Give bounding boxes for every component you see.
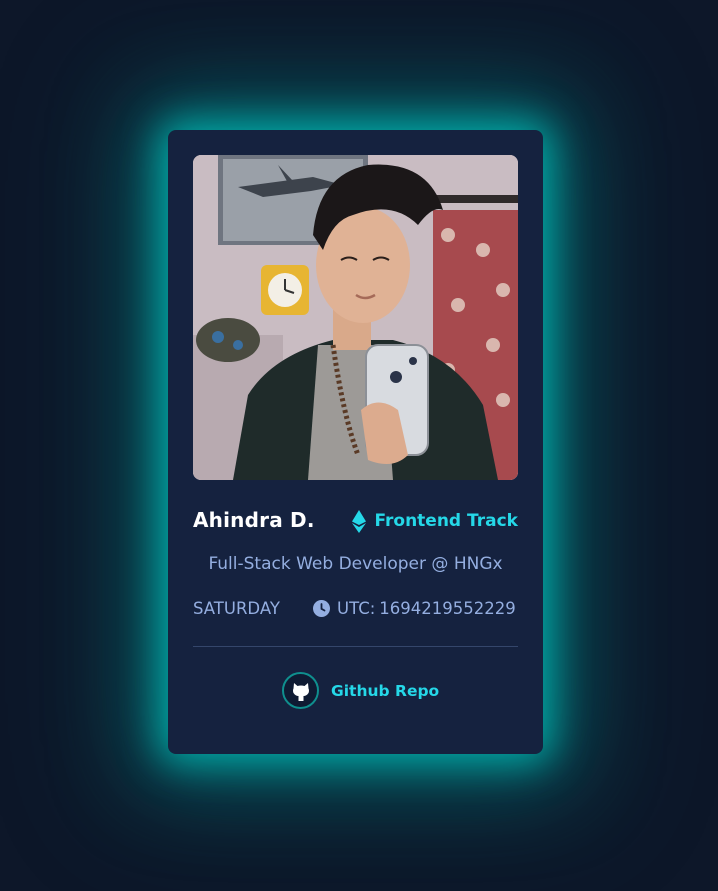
current-day: SATURDAY bbox=[193, 599, 280, 618]
ethereum-icon bbox=[352, 509, 367, 533]
profile-role: Full-Stack Web Developer @ HNGx bbox=[208, 554, 503, 574]
profile-photo bbox=[193, 155, 518, 480]
utc-time: UTC: 1694219552229 bbox=[313, 599, 516, 618]
profile-name: Ahindra D. bbox=[193, 508, 315, 532]
utc-label: UTC: bbox=[337, 599, 376, 618]
track-label: Frontend Track bbox=[374, 511, 518, 531]
divider bbox=[193, 646, 518, 647]
github-repo-label: Github Repo bbox=[331, 681, 440, 700]
profile-card: Ahindra D. Frontend Track Full-Stack Web… bbox=[168, 130, 543, 754]
github-repo-link[interactable]: Github Repo bbox=[282, 672, 439, 709]
github-icon bbox=[282, 672, 319, 709]
track-badge: Frontend Track bbox=[352, 508, 518, 534]
utc-value: 1694219552229 bbox=[379, 599, 516, 618]
clock-icon bbox=[313, 600, 330, 617]
